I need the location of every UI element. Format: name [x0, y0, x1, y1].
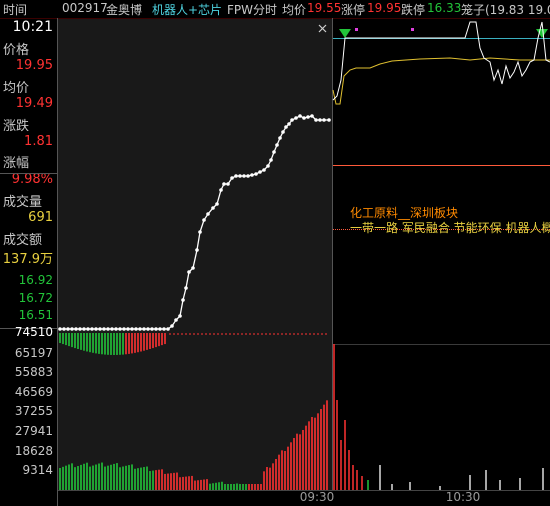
- price-dot: [250, 173, 254, 177]
- price-dot: [266, 164, 270, 168]
- price-dot: [254, 172, 258, 176]
- price-dot: [62, 327, 66, 331]
- price-dot: [191, 266, 195, 270]
- price-dot: [230, 176, 234, 180]
- price-tick: 16.51: [19, 308, 53, 322]
- price-dot: [310, 114, 314, 118]
- price-dot: [146, 327, 150, 331]
- volume-tick: 27941: [15, 424, 53, 438]
- price-dot: [86, 327, 90, 331]
- price-line: [332, 21, 550, 101]
- price-dot: [70, 327, 74, 331]
- price-dot: [114, 327, 118, 331]
- price-dot: [82, 327, 86, 331]
- right-price-lines: [332, 21, 550, 105]
- price-dot: [134, 327, 138, 331]
- price-dot: [290, 118, 294, 122]
- price-dot: [281, 130, 285, 134]
- volume-tick: 74510: [15, 325, 53, 339]
- price-dot: [170, 324, 174, 328]
- price-dot: [327, 118, 331, 122]
- price-dot: [278, 136, 282, 140]
- price-dot: [184, 286, 188, 290]
- price-dot: [66, 327, 70, 331]
- price-dot: [162, 327, 166, 331]
- price-dot: [150, 327, 154, 331]
- price-dot: [178, 314, 182, 318]
- sector-line-2[interactable]: 一带一路 军民融合 节能环保 机器人概: [350, 220, 550, 235]
- price-tick: 16.92: [19, 273, 53, 287]
- price-dot: [306, 115, 310, 119]
- volume-tick: 46569: [15, 385, 53, 399]
- intraday-chart[interactable]: 16.92 16.72 16.51 74510 65197 55883 4656…: [0, 0, 550, 506]
- price-dot: [94, 327, 98, 331]
- price-dot: [284, 125, 288, 129]
- price-dot: [302, 116, 306, 120]
- time-tick: 10:30: [446, 490, 481, 504]
- price-dot: [222, 182, 226, 186]
- price-dot: [126, 327, 130, 331]
- price-dot: [262, 168, 266, 172]
- limit-up-marker-icon: [339, 28, 548, 38]
- price-dot: [122, 327, 126, 331]
- volume-tick: 65197: [15, 346, 53, 360]
- price-dot: [158, 327, 162, 331]
- price-dot: [258, 170, 262, 174]
- price-dot: [118, 327, 122, 331]
- price-dot: [181, 298, 185, 302]
- volume-tick: 18628: [15, 444, 53, 458]
- price-tick: 16.72: [19, 291, 53, 305]
- price-dot: [219, 188, 223, 192]
- price-dot: [242, 174, 246, 178]
- price-dot: [106, 327, 110, 331]
- price-dot: [206, 212, 210, 216]
- price-dot: [211, 206, 215, 210]
- time-tick: 09:30: [300, 490, 335, 504]
- price-dot: [90, 327, 94, 331]
- price-dot: [322, 118, 326, 122]
- sector-line-1[interactable]: 化工原料__深圳板块: [350, 206, 458, 220]
- price-dot: [154, 327, 158, 331]
- price-dot: [246, 174, 250, 178]
- price-dot: [294, 116, 298, 120]
- time-axis: 09:30 10:30: [300, 490, 481, 504]
- price-dot: [74, 327, 78, 331]
- price-dot: [138, 327, 142, 331]
- price-dot: [318, 118, 322, 122]
- price-dot: [130, 327, 134, 331]
- price-dot: [110, 327, 114, 331]
- price-dot: [272, 150, 276, 154]
- price-dot: [98, 327, 102, 331]
- price-dot: [202, 218, 206, 222]
- price-dot: [78, 327, 82, 331]
- right-volume-bars: [333, 344, 544, 490]
- volume-tick: 55883: [15, 365, 53, 379]
- price-dot: [275, 143, 279, 147]
- price-dot: [174, 318, 178, 322]
- price-axis: 16.92 16.72 16.51: [19, 273, 53, 322]
- volume-tick: 9314: [22, 463, 53, 477]
- chart-frame: [0, 18, 550, 506]
- price-dot: [142, 327, 146, 331]
- price-dot: [58, 327, 62, 331]
- price-dot: [234, 174, 238, 178]
- price-dot: [166, 327, 170, 331]
- price-dot: [215, 202, 219, 206]
- price-dot: [269, 158, 273, 162]
- price-dot: [198, 230, 202, 234]
- price-dot: [314, 118, 318, 122]
- volume-axis: 74510 65197 55883 46569 37255 27941 1862…: [15, 325, 53, 477]
- price-dot: [226, 182, 230, 186]
- price-dot: [195, 248, 199, 252]
- price-dot: [298, 114, 302, 118]
- price-dot: [102, 327, 106, 331]
- volume-tick: 37255: [15, 404, 53, 418]
- price-dot: [287, 122, 291, 126]
- price-dot: [238, 174, 242, 178]
- avg-price-line: [332, 57, 550, 105]
- price-dot: [187, 270, 191, 274]
